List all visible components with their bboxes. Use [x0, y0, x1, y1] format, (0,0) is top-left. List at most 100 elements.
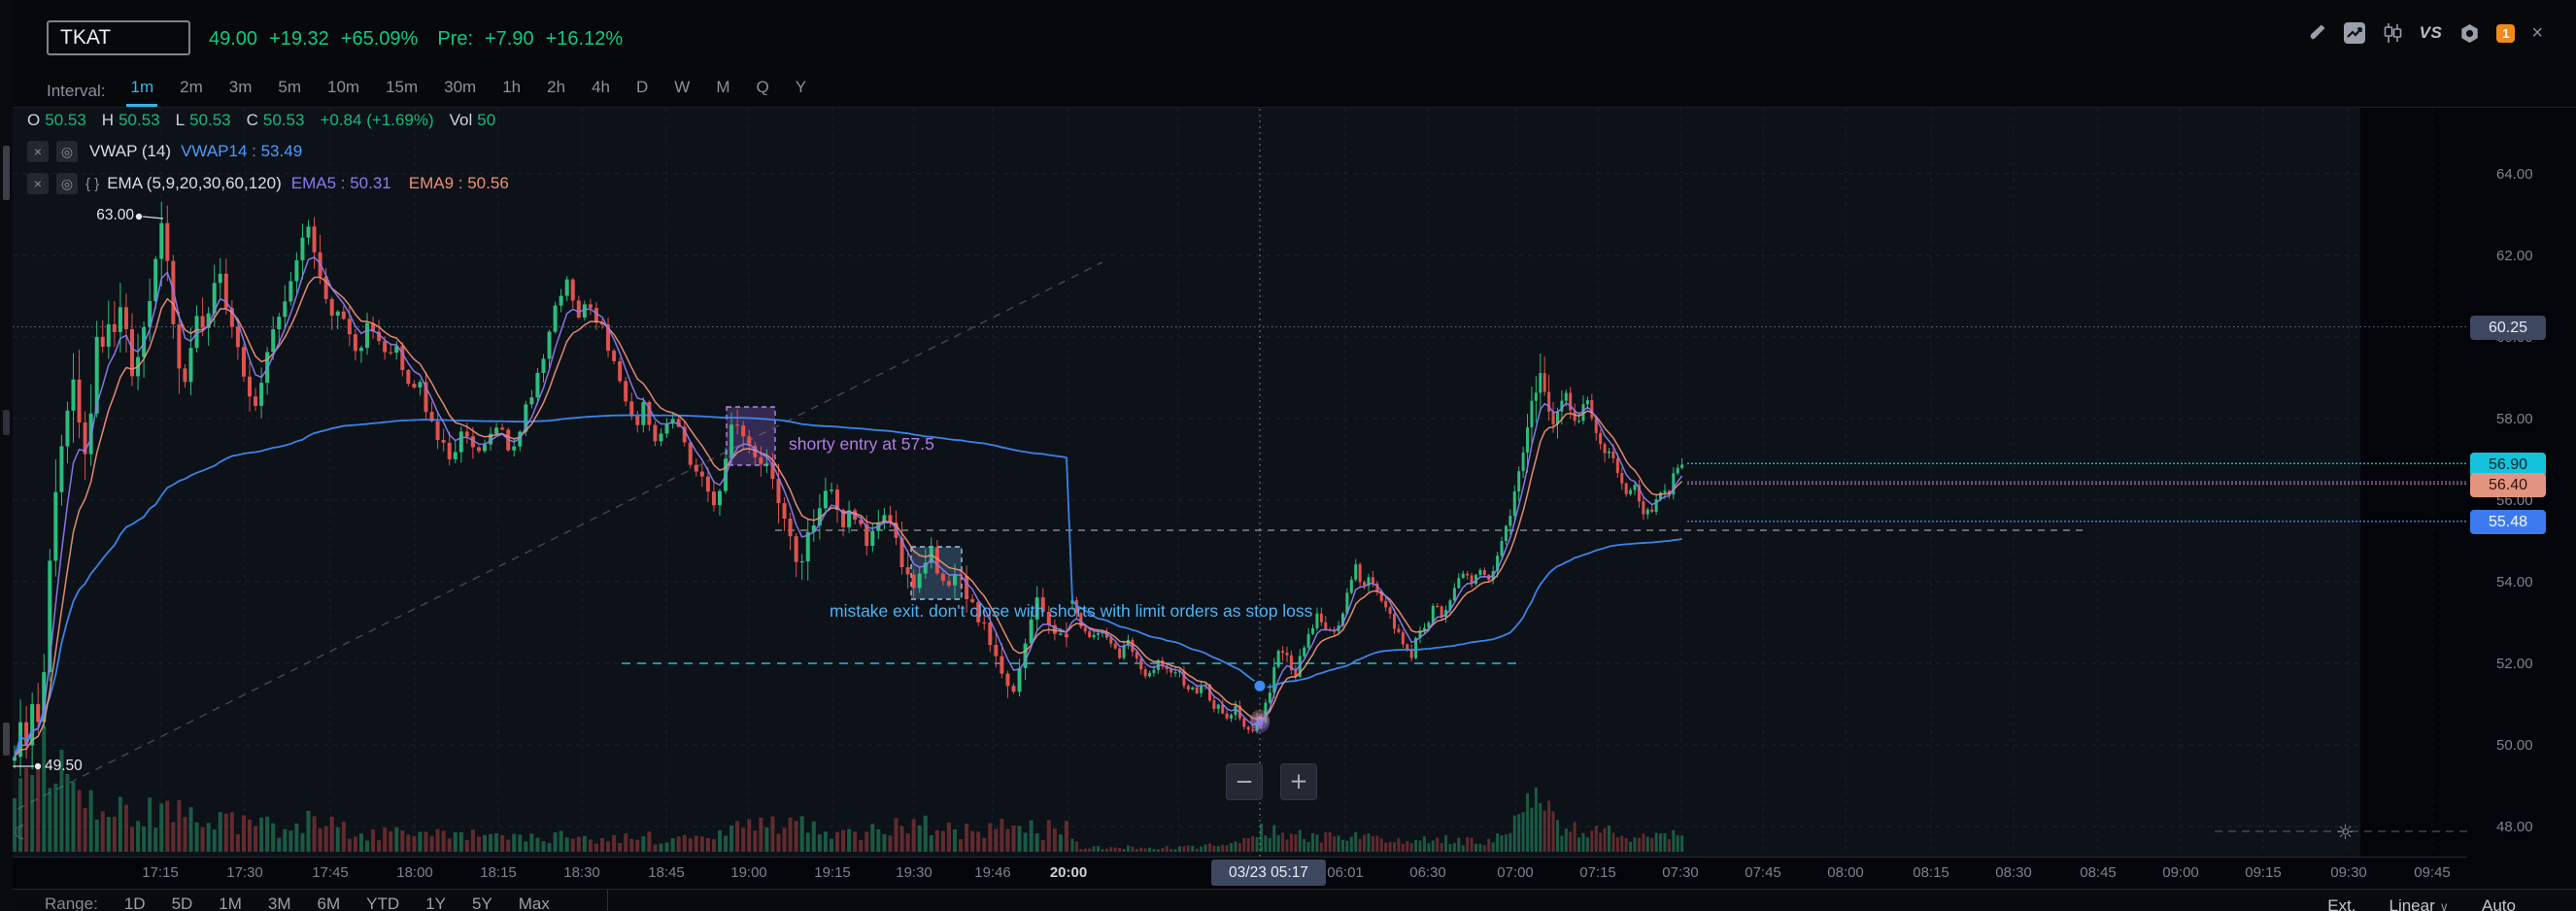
- vwap-name[interactable]: VWAP (14): [89, 142, 171, 161]
- night-session-moon-icon[interactable]: ☾: [14, 821, 31, 844]
- time-axis-label: 08:45: [2080, 864, 2117, 881]
- time-axis-label: 09:30: [2330, 864, 2367, 881]
- tab-interval-5m[interactable]: 5m: [276, 78, 303, 105]
- price-axis-label: 50.00: [2496, 737, 2533, 754]
- settings-nut-icon[interactable]: [2458, 22, 2480, 44]
- time-axis-label: 06:30: [1409, 864, 1446, 881]
- volume-label: Vol: [449, 111, 473, 129]
- crosshair-time-badge: 03/23 05:17: [1211, 860, 1326, 886]
- tab-interval-Y[interactable]: Y: [794, 78, 808, 105]
- remove-vwap-icon[interactable]: ×: [27, 141, 49, 162]
- candlestick-style-icon[interactable]: [2382, 22, 2403, 44]
- time-axis-label: 07:15: [1579, 864, 1616, 881]
- close-value: 50.53: [262, 111, 305, 129]
- tab-interval-30m[interactable]: 30m: [442, 78, 478, 105]
- interval-options: 1m 2m 3m 5m 10m 15m 30m 1h 2h 4h D W M Q Y: [126, 78, 808, 107]
- tab-interval-3m[interactable]: 3m: [227, 78, 254, 105]
- annotation-short-entry[interactable]: shorty entry at 57.5: [789, 434, 934, 455]
- zoom-out-button[interactable]: −: [1226, 763, 1263, 800]
- ema-indicator-legend: × ◎ { } EMA (5,9,20,30,60,120) EMA5 : 50…: [27, 173, 509, 194]
- time-axis[interactable]: 03/23 05:17 17:15 17:30 17:45 18:00 18:15 18:…: [13, 857, 2467, 889]
- time-axis-label: 19:30: [896, 864, 932, 881]
- time-axis-label: 18:00: [396, 864, 433, 881]
- price-axis-label: 58.00: [2496, 411, 2533, 427]
- remove-ema-icon[interactable]: ×: [27, 173, 49, 194]
- price-axis-label: 48.00: [2496, 819, 2533, 835]
- extended-hours-toggle[interactable]: Ext.: [2327, 896, 2356, 911]
- auto-scale-toggle[interactable]: Auto: [2482, 896, 2516, 911]
- range-1Y[interactable]: 1Y: [425, 894, 446, 911]
- range-YTD[interactable]: YTD: [366, 894, 399, 911]
- range-5D[interactable]: 5D: [172, 894, 193, 911]
- tab-interval-Q[interactable]: Q: [754, 78, 770, 105]
- vwap-settings-icon[interactable]: ◎: [56, 141, 78, 162]
- time-axis-label: 07:45: [1745, 864, 1781, 881]
- tab-interval-D[interactable]: D: [634, 78, 650, 105]
- top-toolbar: 49.00 +19.32 +65.09% Pre: +7.90 +16.12% VS 1 …: [13, 0, 2576, 108]
- tab-interval-M[interactable]: M: [714, 78, 731, 105]
- annotation-mistake-exit[interactable]: mistake exit. don't close with shorts wi…: [830, 601, 1312, 622]
- tab-interval-W[interactable]: W: [672, 78, 692, 105]
- time-axis-label: 17:45: [312, 864, 349, 881]
- close-icon[interactable]: ×: [2531, 22, 2543, 45]
- time-axis-label: 07:00: [1497, 864, 1534, 881]
- volume-value: 50: [477, 111, 496, 129]
- line-chart-icon[interactable]: [2343, 22, 2365, 44]
- bottom-bar-divider: [607, 890, 608, 911]
- time-axis-label: 17:30: [226, 864, 263, 881]
- tab-interval-1m[interactable]: 1m: [126, 78, 158, 107]
- range-5Y[interactable]: 5Y: [472, 894, 492, 911]
- range-options: 1D 5D 1M 3M 6M YTD 1Y 5Y Max: [124, 894, 550, 911]
- premarket-change: +7.90: [485, 28, 534, 50]
- tab-interval-4h[interactable]: 4h: [590, 78, 612, 105]
- high-label: H: [101, 111, 115, 129]
- tab-interval-2m[interactable]: 2m: [178, 78, 205, 105]
- chevron-down-icon: ∨: [2439, 899, 2450, 911]
- active-interval-underline: [126, 104, 158, 107]
- high-value: 50.53: [119, 111, 160, 129]
- ema-settings-icon[interactable]: ◎: [56, 173, 78, 194]
- time-axis-label: 20:00: [1049, 864, 1088, 881]
- price-change: +19.32: [269, 28, 329, 50]
- range-3M[interactable]: 3M: [268, 894, 291, 911]
- ohlc-legend: O 50.53 H 50.53 L 50.53 C 50.53 +0.84 (+1.69…: [27, 111, 511, 130]
- price-axis[interactable]: ∨ Auto 64.0062.0060.0058.0056.0054.0052.…: [2467, 0, 2576, 911]
- ema9-value: EMA9 : 50.56: [408, 174, 509, 192]
- left-toolbar-strip[interactable]: [0, 0, 13, 911]
- close-label: C: [246, 111, 258, 129]
- last-price: 49.00: [209, 28, 258, 50]
- scale-mode-select[interactable]: Linear ∨: [2390, 896, 2450, 911]
- low-value: 50.53: [189, 111, 231, 129]
- draw-pencil-icon[interactable]: [2306, 22, 2327, 44]
- notification-count-badge[interactable]: 1: [2496, 23, 2516, 43]
- ema-params-icon[interactable]: { }: [85, 176, 99, 192]
- price-change-pct: +65.09%: [340, 28, 419, 50]
- strip-mark: [3, 723, 10, 756]
- range-1M[interactable]: 1M: [219, 894, 242, 911]
- time-axis-label: 18:15: [480, 864, 517, 881]
- range-Max[interactable]: Max: [519, 894, 550, 911]
- price-axis-label: 64.00: [2496, 166, 2533, 183]
- chart-toolbar-icons: VS 1 ×: [2306, 21, 2543, 45]
- price-callout[interactable]: 63.00: [96, 207, 134, 224]
- day-session-sun-icon[interactable]: ☼: [2336, 821, 2355, 844]
- range-1D[interactable]: 1D: [124, 894, 146, 911]
- ticker-input[interactable]: [47, 20, 190, 55]
- bar-change-value: +0.84 (+1.69%): [320, 111, 434, 129]
- zoom-in-button[interactable]: +: [1280, 763, 1317, 800]
- bottom-toolbar: Range: 1D 5D 1M 3M 6M YTD 1Y 5Y Max Ext. Linear …: [0, 889, 2576, 911]
- compare-vs-icon[interactable]: VS: [2420, 23, 2443, 43]
- tab-interval-2h[interactable]: 2h: [545, 78, 567, 105]
- range-6M[interactable]: 6M: [318, 894, 341, 911]
- tab-interval-10m[interactable]: 10m: [325, 78, 361, 105]
- tab-interval-1h[interactable]: 1h: [500, 78, 523, 105]
- ema-name[interactable]: EMA (5,9,20,30,60,120): [107, 174, 282, 193]
- time-axis-label: 18:30: [563, 864, 600, 881]
- time-axis-label: 09:00: [2162, 864, 2199, 881]
- bottom-right-controls: Ext. Linear ∨ Auto: [2327, 896, 2516, 911]
- tab-interval-15m[interactable]: 15m: [384, 78, 420, 105]
- interval-bar: Interval: 1m 2m 3m 5m 10m 15m 30m 1h 2h 4h D W M Q Y: [47, 78, 808, 107]
- price-axis-label: 52.00: [2496, 656, 2533, 672]
- price-callout[interactable]: 49.50: [45, 758, 83, 775]
- premarket-change-pct: +16.12%: [545, 28, 624, 50]
